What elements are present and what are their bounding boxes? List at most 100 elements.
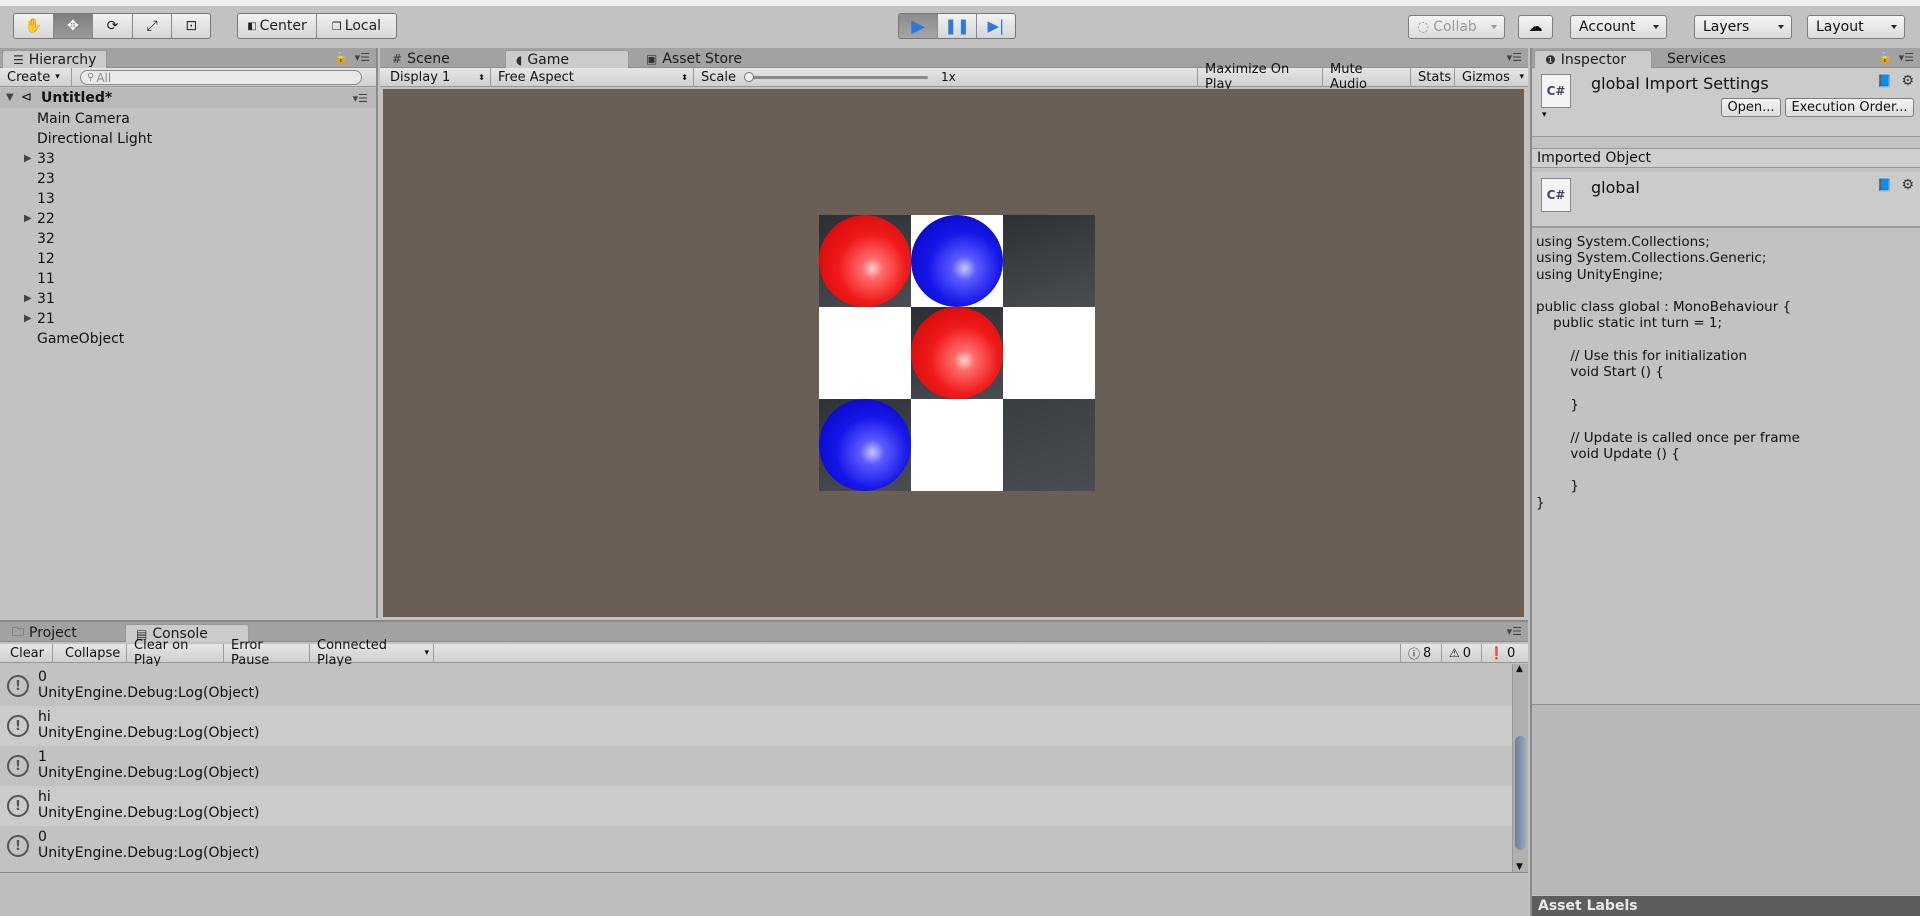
console-entry[interactable]: ! hi UnityEngine.Debug:Log(Object) (0, 786, 1512, 826)
open-button[interactable]: Open... (1721, 98, 1781, 117)
board-cell[interactable] (911, 307, 1003, 399)
console-entry[interactable]: ! hi UnityEngine.Debug:Log(Object) (0, 706, 1512, 746)
tab-game[interactable]: ◖ Game (505, 50, 629, 68)
expand-triangle-icon[interactable]: ▼ (6, 92, 14, 103)
scene-header[interactable]: ▼ ⊲ Untitled* ▾☰ (0, 88, 376, 108)
lock-icon[interactable]: 🔒 (1878, 51, 1892, 64)
chevron-down-icon[interactable]: ▾ (1542, 110, 1547, 120)
warning-filter-toggle[interactable]: ⚠ 0 (1442, 644, 1482, 662)
panel-menu-icon[interactable]: ▾☰ (1507, 625, 1522, 638)
chevron-down-icon: ▾ (1519, 72, 1524, 82)
board-cell[interactable] (1003, 215, 1095, 307)
rotate-tool-button[interactable]: ⟳ (93, 14, 133, 38)
execution-order-label: Execution Order... (1791, 100, 1908, 115)
stats-toggle[interactable]: Stats (1411, 68, 1455, 86)
panel-menu-icon[interactable]: ▾☰ (1507, 51, 1522, 64)
tab-inspector[interactable]: ❶ Inspector (1534, 50, 1652, 68)
log-stacktrace: UnityEngine.Debug:Log(Object) (38, 805, 260, 821)
hierarchy-item[interactable]: GameObject (0, 329, 376, 349)
step-button[interactable]: ▶| (977, 14, 1015, 38)
panel-menu-icon[interactable]: ▾☰ (355, 51, 370, 64)
mute-audio-toggle[interactable]: Mute Audio (1323, 62, 1411, 92)
scrollbar-thumb[interactable] (1515, 736, 1526, 850)
main-toolbar: ✋ ✥ ⟳ ⤢ ⊡ ◧ Center ❒ Local ▶ ❚❚ ▶| ◌ Col… (0, 6, 1920, 48)
hierarchy-item[interactable]: 12 (0, 249, 376, 269)
cloud-button[interactable]: ☁ (1518, 15, 1553, 39)
game-viewport[interactable] (383, 89, 1524, 617)
console-scrollbar[interactable]: ▲ ▼ (1512, 664, 1528, 872)
console-entry[interactable]: ! 1 UnityEngine.Debug:Log(Object) (0, 746, 1512, 786)
board-cell[interactable] (819, 215, 911, 307)
aspect-dropdown[interactable]: Free Aspect ⬍ (491, 68, 694, 86)
scale-slider-thumb[interactable] (744, 72, 754, 82)
execution-order-button[interactable]: Execution Order... (1785, 98, 1914, 117)
error-filter-toggle[interactable]: ❗ 0 (1482, 644, 1520, 662)
expand-triangle-icon[interactable]: ▶ (24, 153, 32, 164)
asset-labels-bar[interactable]: Asset Labels (1532, 896, 1920, 916)
expand-triangle-icon[interactable]: ▶ (24, 213, 32, 224)
tab-services[interactable]: Services (1657, 50, 1736, 68)
pivot-icon: ◧ (247, 20, 257, 32)
hierarchy-item[interactable]: ▶ 33 (0, 149, 376, 169)
expand-triangle-icon[interactable]: ▶ (24, 293, 32, 304)
tab-project[interactable]: 🗀 Project (2, 624, 87, 642)
clear-button[interactable]: Clear (3, 644, 53, 662)
tab-scene[interactable]: # Scene (382, 50, 460, 68)
hand-tool-button[interactable]: ✋ (14, 14, 54, 38)
layout-dropdown[interactable]: Layout (1807, 15, 1905, 39)
console-entry[interactable]: ! 0 UnityEngine.Debug:Log(Object) (0, 826, 1512, 866)
hierarchy-item[interactable]: Main Camera (0, 109, 376, 129)
help-book-icon[interactable]: 📘 (1877, 178, 1892, 192)
collapse-toggle[interactable]: Collapse (58, 644, 127, 662)
layers-dropdown[interactable]: Layers (1694, 15, 1792, 39)
hierarchy-item[interactable]: 23 (0, 169, 376, 189)
tab-hierarchy[interactable]: ☰ Hierarchy (2, 50, 108, 68)
scale-slider-track[interactable] (744, 72, 928, 82)
board-cell[interactable] (911, 215, 1003, 307)
scroll-up-icon[interactable]: ▲ (1516, 664, 1523, 674)
scale-tool-button[interactable]: ⤢ (133, 14, 173, 38)
collab-dropdown[interactable]: ◌ Collab (1408, 15, 1505, 39)
hierarchy-item[interactable]: 13 (0, 189, 376, 209)
error-pause-toggle[interactable]: Error Pause (224, 638, 310, 668)
tab-asset-store[interactable]: ▣ Asset Store (636, 50, 752, 68)
gizmos-dropdown[interactable]: Gizmos ▾ (1455, 68, 1528, 86)
pause-button[interactable]: ❚❚ (938, 14, 977, 38)
hierarchy-item[interactable]: ▶ 21 (0, 309, 376, 329)
gear-icon[interactable]: ⚙ (1901, 73, 1914, 89)
lock-icon[interactable]: 🔒 (334, 51, 348, 64)
console-entry[interactable]: ! 0 UnityEngine.Debug:Log(Object) (0, 666, 1512, 706)
display-dropdown[interactable]: Display 1 ⬍ (383, 68, 491, 86)
create-dropdown[interactable]: Create ▾ (0, 68, 72, 86)
gear-icon[interactable]: ⚙ (1901, 177, 1914, 193)
board-cell[interactable] (1003, 307, 1095, 399)
log-filter-toggle[interactable]: ⓘ 8 (1400, 644, 1442, 662)
hierarchy-item[interactable]: ▶ 22 (0, 209, 376, 229)
asset-labels-label: Asset Labels (1538, 898, 1638, 914)
chevron-down-icon (1491, 25, 1497, 29)
expand-triangle-icon[interactable]: ▶ (24, 313, 32, 324)
scroll-down-icon[interactable]: ▼ (1516, 862, 1523, 872)
pacman-icon: ◖ (516, 52, 523, 67)
board-cell[interactable] (819, 307, 911, 399)
space-local-button[interactable]: ❒ Local (317, 14, 396, 38)
board-cell[interactable] (1003, 399, 1095, 491)
account-dropdown[interactable]: Account (1570, 15, 1667, 39)
play-button[interactable]: ▶ (899, 14, 939, 38)
hierarchy-item[interactable]: 32 (0, 229, 376, 249)
help-book-icon[interactable]: 📘 (1877, 74, 1892, 88)
board-cell[interactable] (911, 399, 1003, 491)
hierarchy-item[interactable]: 11 (0, 269, 376, 289)
connected-player-dropdown[interactable]: Connected Playe ▾ (310, 638, 434, 668)
pivot-center-button[interactable]: ◧ Center (238, 14, 317, 38)
clear-on-play-toggle[interactable]: Clear on Play (127, 638, 224, 668)
panel-menu-icon[interactable]: ▾☰ (1899, 51, 1914, 64)
hierarchy-search-input[interactable]: ⚲ All (80, 70, 362, 85)
rect-tool-button[interactable]: ⊡ (172, 14, 210, 38)
move-tool-button[interactable]: ✥ (53, 14, 94, 38)
hierarchy-item[interactable]: ▶ 31 (0, 289, 376, 309)
maximize-on-play-toggle[interactable]: Maximize On Play (1197, 62, 1323, 92)
hierarchy-item[interactable]: Directional Light (0, 129, 376, 149)
scene-menu-icon[interactable]: ▾☰ (353, 92, 368, 105)
board-cell[interactable] (819, 399, 911, 491)
